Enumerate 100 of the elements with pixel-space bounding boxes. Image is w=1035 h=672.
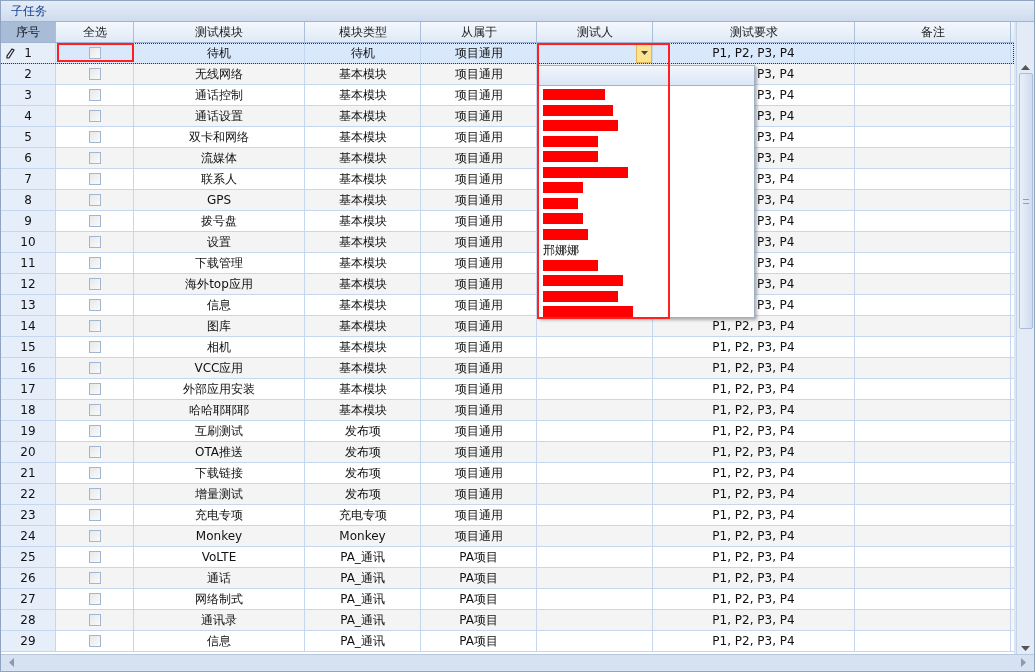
row-number: 5 — [24, 129, 32, 146]
table-cell-text: 基本模块 — [338, 171, 387, 188]
table-cell-text: PA项目 — [459, 633, 498, 650]
table-cell-text: P3, P4 — [757, 297, 795, 314]
table-cell-text: 项目通用 — [454, 234, 503, 251]
table-cell-text: 发布项 — [344, 486, 381, 503]
table-cell-text: PA项目 — [459, 570, 498, 587]
table-cell-text: P3, P4 — [757, 87, 795, 104]
table-cell-text: 基本模块 — [338, 192, 387, 209]
table-cell-text: 项目通用 — [454, 108, 503, 125]
table-cell-text: P3, P4 — [757, 234, 795, 251]
table-cell-text: 项目通用 — [454, 192, 503, 209]
table-cell-text: P1, P2, P3, P4 — [712, 318, 795, 335]
table-cell-text: P1, P2, P3, P4 — [712, 360, 795, 377]
table-cell-text: P1, P2, P3, P4 — [712, 339, 795, 356]
table-cell-text: P3, P4 — [757, 171, 795, 188]
table-cell-text: 项目通用 — [454, 45, 503, 62]
row-number: 27 — [20, 591, 36, 608]
table-cell-text: P1, P2, P3, P4 — [712, 465, 795, 482]
table-cell-text: 基本模块 — [338, 297, 387, 314]
table-cell-text: 流媒体 — [201, 150, 237, 167]
table-cell-text: 哈哈耶耶耶 — [189, 402, 249, 419]
table-cell-text: 项目通用 — [454, 444, 503, 461]
row-number: 22 — [20, 486, 36, 503]
table-cell-text: 基本模块 — [338, 339, 387, 356]
row-number: 10 — [20, 234, 36, 251]
table-cell-text: 项目通用 — [454, 528, 503, 545]
table-cell-text: 联系人 — [201, 171, 237, 188]
table-cell-text: 信息 — [207, 633, 231, 650]
table-cell-text: 项目通用 — [454, 66, 503, 83]
table-cell-text: 无线网络 — [195, 66, 243, 83]
table-cell-text: 充电专项 — [195, 507, 243, 524]
table-cell-text: PA_通讯 — [340, 570, 385, 587]
row-number: 24 — [20, 528, 36, 545]
table-cell-text: PA_通讯 — [340, 612, 385, 629]
table-cell-text: 海外top应用 — [185, 276, 253, 293]
table-cell-text: P3, P4 — [757, 255, 795, 272]
table-cell-text: 通话 — [207, 570, 231, 587]
row-number: 17 — [20, 381, 36, 398]
table-cell-text: Monkey — [195, 528, 243, 545]
row-number: 26 — [20, 570, 36, 587]
table-cell-text: 项目通用 — [454, 486, 503, 503]
table-cell-text: 项目通用 — [454, 423, 503, 440]
table-cell-text: 通话设置 — [195, 108, 243, 125]
table-cell-text: 基本模块 — [338, 318, 387, 335]
row-number: 2 — [24, 66, 32, 83]
table-cell-text: 外部应用安装 — [183, 381, 255, 398]
table-cell-text: P1, P2, P3, P4 — [712, 423, 795, 440]
table-cell-text: P1, P2, P3, P4 — [712, 570, 795, 587]
table-cell-text: 发布项 — [344, 423, 381, 440]
table-cell-text: 双卡和网络 — [189, 129, 249, 146]
table-cell-text: 设置 — [207, 234, 231, 251]
table-cell-text: P1, P2, P3, P4 — [712, 381, 795, 398]
table-cell-text: 基本模块 — [338, 108, 387, 125]
table-cell-text: P1, P2, P3, P4 — [712, 444, 795, 461]
table-cell-text: 项目通用 — [454, 402, 503, 419]
table-cell-text: 项目通用 — [454, 129, 503, 146]
row-number: 16 — [20, 360, 36, 377]
table-cell-text: 图库 — [207, 318, 231, 335]
table-cell-text: P1, P2, P3, P4 — [712, 528, 795, 545]
table-cell-text: 增量测试 — [195, 486, 243, 503]
row-number: 15 — [20, 339, 36, 356]
table-cell-text: P1, P2, P3, P4 — [712, 612, 795, 629]
row-number: 20 — [20, 444, 36, 461]
table-cell-text: 项目通用 — [454, 171, 503, 188]
table-cell-text: 项目通用 — [454, 318, 503, 335]
table-cell-text: 发布项 — [344, 444, 381, 461]
table-cell-text: 项目通用 — [454, 213, 503, 230]
row-number: 28 — [20, 612, 36, 629]
table-cell-text: 项目通用 — [454, 297, 503, 314]
table-cell-text: 通讯录 — [201, 612, 237, 629]
table-cell-text: 基本模块 — [338, 360, 387, 377]
table-cell-text: 项目通用 — [454, 507, 503, 524]
table-cell-text: P1, P2, P3, P4 — [712, 402, 795, 419]
table-cell-text: P1, P2, P3, P4 — [712, 45, 795, 62]
table-cell-text: 项目通用 — [454, 87, 503, 104]
table-cell-text: P3, P4 — [757, 192, 795, 209]
table-cell-text: 基本模块 — [338, 150, 387, 167]
table-cell-text: P1, P2, P3, P4 — [712, 486, 795, 503]
table-cell-text: 充电专项 — [338, 507, 387, 524]
table-cell-text: 基本模块 — [338, 66, 387, 83]
table-cell-text: PA_通讯 — [340, 633, 385, 650]
table-cell-text: 项目通用 — [454, 465, 503, 482]
table-cell-text: 基本模块 — [338, 255, 387, 272]
row-number: 14 — [20, 318, 36, 335]
table-cell-text: VoLTE — [201, 549, 237, 566]
table-cell-text: P3, P4 — [757, 129, 795, 146]
row-number: 21 — [20, 465, 36, 482]
panel-title: 子任务 — [11, 3, 47, 20]
table-cell-text: P3, P4 — [757, 66, 795, 83]
table-cell-text: PA项目 — [459, 549, 498, 566]
table-cell-text: 项目通用 — [454, 255, 503, 272]
table-cell-text: 信息 — [207, 297, 231, 314]
table-cell-text: PA_通讯 — [340, 549, 385, 566]
row-number: 7 — [24, 171, 32, 188]
table-cell-text: 基本模块 — [338, 87, 387, 104]
table-cell-text: VCC应用 — [194, 360, 244, 377]
table-cell-text: P1, P2, P3, P4 — [712, 507, 795, 524]
table-cell-text: 通话控制 — [195, 87, 243, 104]
row-number: 6 — [24, 150, 32, 167]
